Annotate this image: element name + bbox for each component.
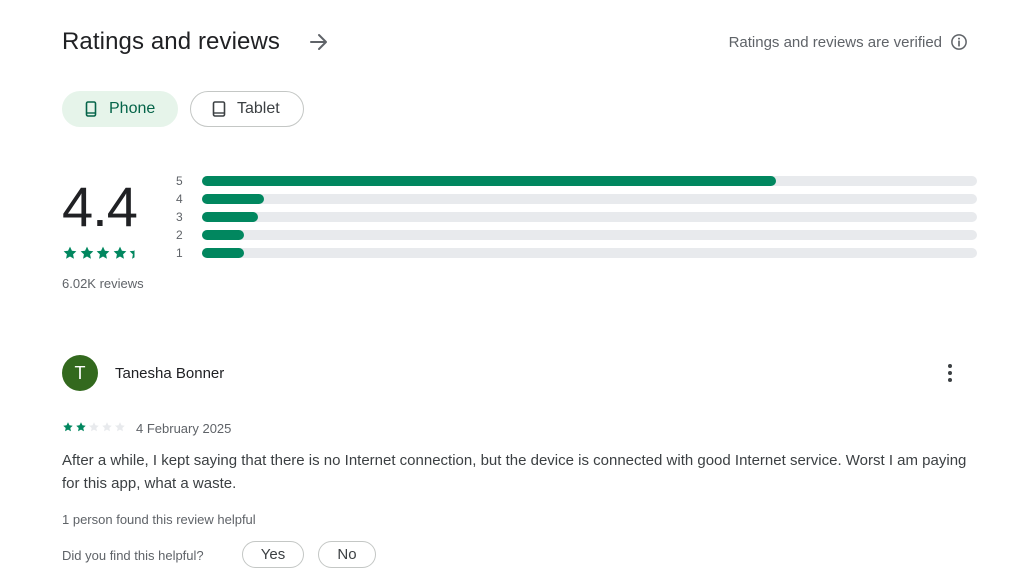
star-icon	[63, 422, 73, 432]
star-icon	[115, 422, 125, 432]
rating-summary: 4.4 6.02K reviews	[62, 172, 182, 302]
rating-bar-4: 4	[176, 191, 978, 207]
review-stars	[62, 421, 127, 433]
rating-bar-track	[202, 176, 977, 186]
rating-bar-2: 2	[176, 227, 978, 243]
star-icon	[113, 246, 126, 259]
verified-text: Ratings and reviews are verified	[728, 34, 942, 51]
rating-bar-label: 2	[176, 228, 183, 242]
review-text: After a while, I kept saying that there …	[62, 452, 967, 492]
rating-bar-label: 5	[176, 174, 183, 188]
summary-stars	[62, 245, 145, 261]
rating-bar-fill	[202, 212, 258, 222]
rating-bar-1: 1	[176, 245, 978, 261]
rating-bar-track	[202, 248, 977, 258]
review-date: 4 February 2025	[136, 421, 232, 436]
avatar: T	[62, 355, 98, 391]
tab-tablet[interactable]: Tablet	[190, 91, 304, 127]
star-icon	[89, 422, 99, 432]
rating-bar-5: 5	[176, 173, 978, 189]
rating-bar-track	[202, 212, 977, 222]
rating-bar-track	[202, 230, 977, 240]
rating-bar-label: 1	[176, 246, 183, 260]
rating-bar-fill	[202, 248, 244, 258]
helpful-question: Did you find this helpful?	[62, 548, 204, 563]
more-vert-icon[interactable]	[938, 361, 962, 385]
rating-bar-fill	[202, 194, 264, 204]
rating-bar-3: 3	[176, 209, 978, 225]
reviewer-name: Tanesha Bonner	[115, 365, 225, 382]
star-icon	[96, 246, 110, 259]
rating-bar-label: 3	[176, 210, 183, 224]
section-title: Ratings and reviews	[62, 28, 281, 55]
no-button[interactable]: No	[318, 541, 376, 568]
ratings-header: Ratings and reviews Ratings and reviews …	[62, 26, 972, 60]
star-icon	[80, 246, 93, 259]
tab-tablet-label: Tablet	[237, 100, 280, 117]
star-icon	[102, 422, 112, 432]
rating-bar-fill	[202, 176, 776, 186]
rating-bar-label: 4	[176, 192, 183, 206]
tab-phone[interactable]: Phone	[62, 91, 178, 127]
info-icon[interactable]	[950, 33, 968, 51]
review-card: T Tanesha Bonner 4 February 2025 After a…	[62, 355, 982, 585]
review-count: 6.02K reviews	[62, 276, 144, 291]
average-rating: 4.4	[62, 175, 138, 238]
star-icon	[76, 422, 86, 432]
tab-phone-label: Phone	[109, 100, 156, 117]
yes-button[interactable]: Yes	[242, 541, 304, 568]
phone-icon	[85, 101, 97, 117]
star-icon	[129, 246, 143, 259]
tablet-icon	[212, 101, 226, 117]
helpful-count: 1 person found this review helpful	[62, 512, 256, 527]
rating-bar-fill	[202, 230, 244, 240]
rating-bar-track	[202, 194, 977, 204]
arrow-right-icon[interactable]	[307, 30, 331, 54]
star-icon	[63, 246, 77, 259]
